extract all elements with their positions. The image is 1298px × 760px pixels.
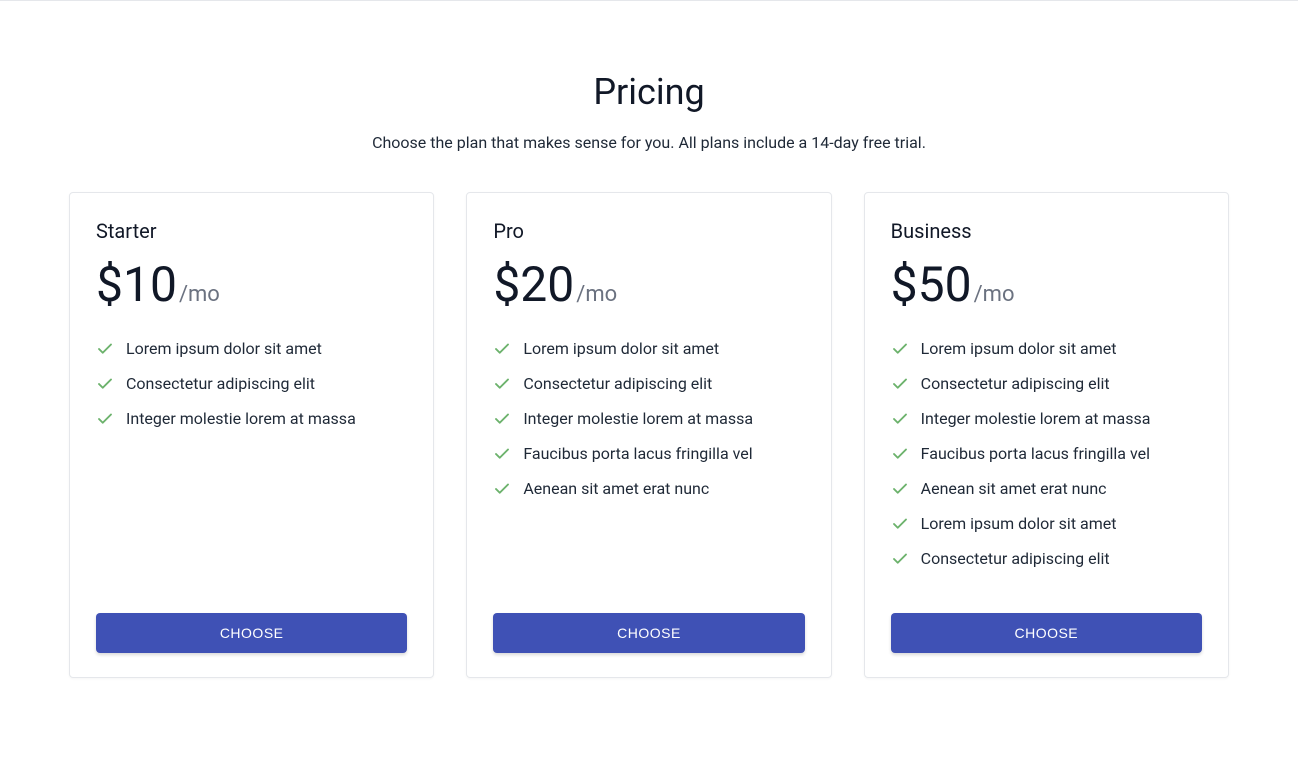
plan-features: Lorem ipsum dolor sit amet Consectetur a…	[493, 339, 804, 498]
choose-button-pro[interactable]: CHOOSE	[493, 613, 804, 653]
feature-item: Faucibus porta lacus fringilla vel	[493, 444, 804, 463]
feature-item: Aenean sit amet erat nunc	[891, 479, 1202, 498]
feature-text: Consectetur adipiscing elit	[126, 374, 315, 393]
check-icon	[891, 445, 909, 463]
feature-text: Consectetur adipiscing elit	[921, 549, 1110, 568]
plan-name: Pro	[493, 219, 804, 243]
pricing-section: Pricing Choose the plan that makes sense…	[69, 1, 1229, 738]
feature-text: Consectetur adipiscing elit	[921, 374, 1110, 393]
check-icon	[493, 410, 511, 428]
feature-item: Consectetur adipiscing elit	[96, 374, 407, 393]
plan-name: Business	[891, 219, 1202, 243]
plan-features: Lorem ipsum dolor sit amet Consectetur a…	[891, 339, 1202, 568]
plan-period: /mo	[974, 282, 1015, 307]
plan-price: $20	[493, 261, 574, 309]
page-title: Pricing	[69, 71, 1229, 113]
feature-text: Integer molestie lorem at massa	[523, 409, 753, 428]
check-icon	[493, 375, 511, 393]
feature-text: Integer molestie lorem at massa	[126, 409, 356, 428]
feature-item: Integer molestie lorem at massa	[493, 409, 804, 428]
plan-period: /mo	[179, 282, 220, 307]
feature-item: Consectetur adipiscing elit	[493, 374, 804, 393]
plan-features: Lorem ipsum dolor sit amet Consectetur a…	[96, 339, 407, 428]
feature-text: Lorem ipsum dolor sit amet	[126, 339, 322, 358]
feature-text: Lorem ipsum dolor sit amet	[921, 339, 1117, 358]
feature-item: Integer molestie lorem at massa	[891, 409, 1202, 428]
spacer	[493, 522, 804, 613]
feature-text: Aenean sit amet erat nunc	[921, 479, 1107, 498]
feature-text: Lorem ipsum dolor sit amet	[921, 514, 1117, 533]
plan-card-business: Business $50 /mo Lorem ipsum dolor sit a…	[864, 192, 1229, 678]
feature-item: Consectetur adipiscing elit	[891, 549, 1202, 568]
choose-button-starter[interactable]: CHOOSE	[96, 613, 407, 653]
plan-card-starter: Starter $10 /mo Lorem ipsum dolor sit am…	[69, 192, 434, 678]
check-icon	[96, 375, 114, 393]
plan-name: Starter	[96, 219, 407, 243]
feature-text: Faucibus porta lacus fringilla vel	[523, 444, 752, 463]
check-icon	[891, 550, 909, 568]
feature-item: Consectetur adipiscing elit	[891, 374, 1202, 393]
plan-price-row: $20 /mo	[493, 261, 804, 309]
check-icon	[891, 340, 909, 358]
choose-button-business[interactable]: CHOOSE	[891, 613, 1202, 653]
feature-text: Faucibus porta lacus fringilla vel	[921, 444, 1150, 463]
feature-item: Lorem ipsum dolor sit amet	[493, 339, 804, 358]
plan-price-row: $10 /mo	[96, 261, 407, 309]
plans-row: Starter $10 /mo Lorem ipsum dolor sit am…	[69, 192, 1229, 678]
feature-text: Consectetur adipiscing elit	[523, 374, 712, 393]
check-icon	[493, 340, 511, 358]
plan-period: /mo	[576, 282, 617, 307]
feature-text: Lorem ipsum dolor sit amet	[523, 339, 719, 358]
plan-price: $50	[891, 261, 972, 309]
spacer	[96, 452, 407, 613]
check-icon	[96, 410, 114, 428]
check-icon	[891, 410, 909, 428]
plan-price-row: $50 /mo	[891, 261, 1202, 309]
check-icon	[891, 480, 909, 498]
feature-item: Faucibus porta lacus fringilla vel	[891, 444, 1202, 463]
feature-text: Aenean sit amet erat nunc	[523, 479, 709, 498]
check-icon	[891, 375, 909, 393]
feature-item: Aenean sit amet erat nunc	[493, 479, 804, 498]
check-icon	[891, 515, 909, 533]
feature-item: Lorem ipsum dolor sit amet	[891, 514, 1202, 533]
feature-item: Lorem ipsum dolor sit amet	[891, 339, 1202, 358]
check-icon	[96, 340, 114, 358]
feature-item: Integer molestie lorem at massa	[96, 409, 407, 428]
feature-text: Integer molestie lorem at massa	[921, 409, 1151, 428]
page-subtitle: Choose the plan that makes sense for you…	[69, 133, 1229, 152]
feature-item: Lorem ipsum dolor sit amet	[96, 339, 407, 358]
spacer	[891, 592, 1202, 613]
check-icon	[493, 445, 511, 463]
plan-price: $10	[96, 261, 177, 309]
check-icon	[493, 480, 511, 498]
plan-card-pro: Pro $20 /mo Lorem ipsum dolor sit amet C…	[466, 192, 831, 678]
